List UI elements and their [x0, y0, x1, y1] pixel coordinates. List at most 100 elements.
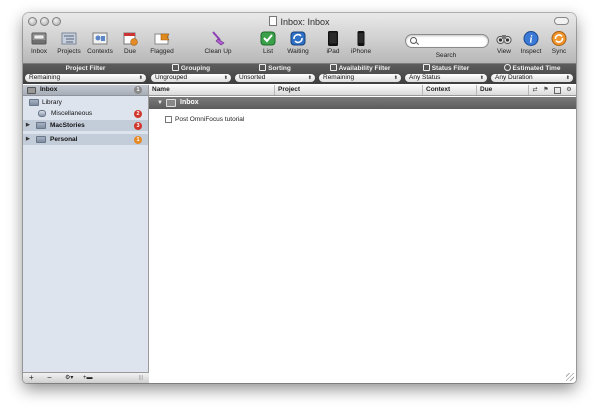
sidebar-item-macstories[interactable]: ▶ MacStories 3 [23, 120, 148, 131]
toolbar-contexts-label: Contexts [87, 48, 113, 55]
task-checkbox[interactable] [165, 116, 172, 123]
toolbar-toggle-button[interactable] [554, 17, 569, 25]
task-row[interactable]: Post OmniFocus tutorial [149, 114, 576, 125]
disclosure-triangle-icon[interactable]: ▶ [26, 120, 30, 131]
flagged-icon [154, 31, 170, 46]
sidebar-inbox-row[interactable]: Inbox 1 [23, 85, 148, 96]
toolbar-waiting-label: Waiting [287, 48, 309, 55]
add-item-button[interactable]: + [29, 373, 34, 383]
availability-title-text: Availability Filter [338, 65, 391, 72]
inbox-tray-icon [31, 31, 47, 46]
task-name[interactable]: Post OmniFocus tutorial [175, 114, 244, 125]
sidebar-item-personal-label: Personal [50, 136, 78, 143]
toolbar-projects-label: Projects [57, 48, 81, 55]
toolbar-due-button[interactable]: Due [119, 31, 141, 55]
toolbar-list-button[interactable]: List [257, 31, 279, 55]
sorting-value: Unsorted [239, 74, 266, 81]
sidebar-item-library[interactable]: Library [23, 97, 148, 108]
waiting-sync-icon [290, 31, 306, 46]
column-due[interactable]: Due [477, 85, 529, 95]
main-bottom-area [149, 372, 576, 383]
select-arrows-icon: ⬍ [565, 75, 570, 81]
library-folder-icon [29, 99, 39, 106]
toolbar-ipad-button[interactable]: iPad [323, 31, 343, 55]
window-resize-grip-icon[interactable] [566, 373, 574, 381]
toolbar-iphone-button[interactable]: iPhone [347, 31, 375, 55]
sidebar-item-macstories-label: MacStories [50, 122, 85, 129]
project-filter-select[interactable]: Remaining ⬍ [25, 74, 146, 82]
status-title: Status Filter [405, 64, 487, 73]
grouping-filter: Grouping Ungrouped ⬍ [151, 64, 231, 82]
grouping-value: Ungrouped [155, 74, 188, 81]
toolbar-waiting-button[interactable]: Waiting [283, 31, 313, 55]
status-value: Any Status [409, 74, 441, 81]
due-calendar-icon [122, 31, 138, 46]
project-filter-title: Project Filter [65, 65, 106, 72]
column-name[interactable]: Name [149, 85, 275, 95]
grouping-icon [171, 64, 179, 71]
availability-value: Remaining [323, 74, 355, 81]
estimate-icon[interactable] [554, 87, 561, 94]
toolbar-inspect-button[interactable]: i Inspect [518, 31, 544, 55]
toolbar-view-label: View [497, 48, 511, 55]
project-filter-value: Remaining [29, 74, 61, 81]
toolbar-inbox-button[interactable]: Inbox [25, 31, 53, 55]
availability-select[interactable]: Remaining ⬍ [319, 74, 401, 82]
flag-icon[interactable]: ⚑ [543, 87, 549, 93]
repeat-icon[interactable]: ⇄ [532, 87, 538, 93]
grouping-select[interactable]: Ungrouped ⬍ [151, 74, 231, 82]
toolbar-contexts-button[interactable]: Contexts [85, 31, 115, 55]
status-filter: Status Filter Any Status ⬍ [405, 64, 487, 82]
status-select[interactable]: Any Status ⬍ [405, 74, 487, 82]
disclosure-triangle-icon[interactable]: ▶ [26, 134, 30, 145]
sorting-filter: Sorting Unsorted ⬍ [235, 64, 315, 82]
gear-icon[interactable]: ⚙ [566, 87, 572, 93]
select-arrows-icon: ⬍ [223, 75, 228, 81]
search-input[interactable] [405, 34, 489, 48]
document-icon [269, 16, 278, 26]
personal-count-badge: 1 [134, 135, 142, 144]
project-filter: Project Filter Remaining ⬍ [25, 64, 146, 82]
toolbar-cleanup-button[interactable]: Clean Up [201, 31, 235, 55]
macstories-folder-icon [36, 122, 46, 129]
filter-bar: Project Filter Remaining ⬍ Grouping Ungro… [23, 64, 576, 84]
toolbar-sync-label: Sync [551, 48, 567, 55]
toolbar-projects-button[interactable]: Projects [55, 31, 83, 55]
toolbar-inbox-label: Inbox [31, 48, 47, 55]
toolbar-view-button[interactable]: View [493, 31, 515, 55]
toolbar: Inbox: Inbox Inbox Projects Contexts Due… [23, 13, 576, 64]
disclosure-triangle-icon[interactable]: ▼ [157, 97, 163, 109]
sidebar-item-inbox-label: Inbox [40, 86, 58, 93]
column-context[interactable]: Context [423, 85, 477, 95]
availability-icon [329, 64, 337, 71]
sync-icon [551, 31, 567, 46]
column-project[interactable]: Project [275, 85, 423, 95]
outline-column-header: Name Project Context Due ⇄ ⚑ ⚙ [149, 85, 576, 96]
sidebar-item-library-label: Library [42, 99, 62, 106]
availability-title: Availability Filter [319, 64, 401, 73]
sidebar-bottom-bar: + − ⚙▾ +▬ ||| [23, 372, 149, 383]
sorting-icon [259, 64, 267, 71]
toolbar-sync-button[interactable]: Sync [547, 31, 571, 55]
toolbar-flagged-button[interactable]: Flagged [147, 31, 177, 55]
status-flag-icon [422, 64, 430, 71]
remove-item-button[interactable]: − [47, 373, 52, 383]
inbox-group-row[interactable]: ▼ Inbox [149, 97, 576, 109]
sidebar-item-miscellaneous[interactable]: Miscellaneous 2 [23, 108, 148, 119]
toolbar-flagged-label: Flagged [150, 48, 174, 55]
estimated-time-select[interactable]: Any Duration ⬍ [491, 74, 573, 82]
search-label: Search [435, 52, 457, 59]
sorting-select[interactable]: Unsorted ⬍ [235, 74, 315, 82]
toolbar-cleanup-label: Clean Up [204, 48, 232, 55]
sorting-title: Sorting [235, 64, 315, 73]
sidebar-item-personal[interactable]: ▶ Personal 1 [23, 134, 148, 145]
split-resize-handle[interactable]: ||| [139, 373, 143, 383]
gear-menu-button[interactable]: ⚙▾ [65, 373, 73, 383]
estimated-time-title-text: Estimated Time [512, 65, 561, 72]
add-folder-button[interactable]: +▬ [83, 373, 93, 383]
ipad-icon [325, 31, 341, 46]
search-icon [410, 37, 417, 44]
sidebar-item-miscellaneous-label: Miscellaneous [51, 110, 93, 117]
window-title-text: Inbox: Inbox [280, 17, 330, 27]
estimated-time-filter: Estimated Time Any Duration ⬍ [491, 64, 573, 82]
